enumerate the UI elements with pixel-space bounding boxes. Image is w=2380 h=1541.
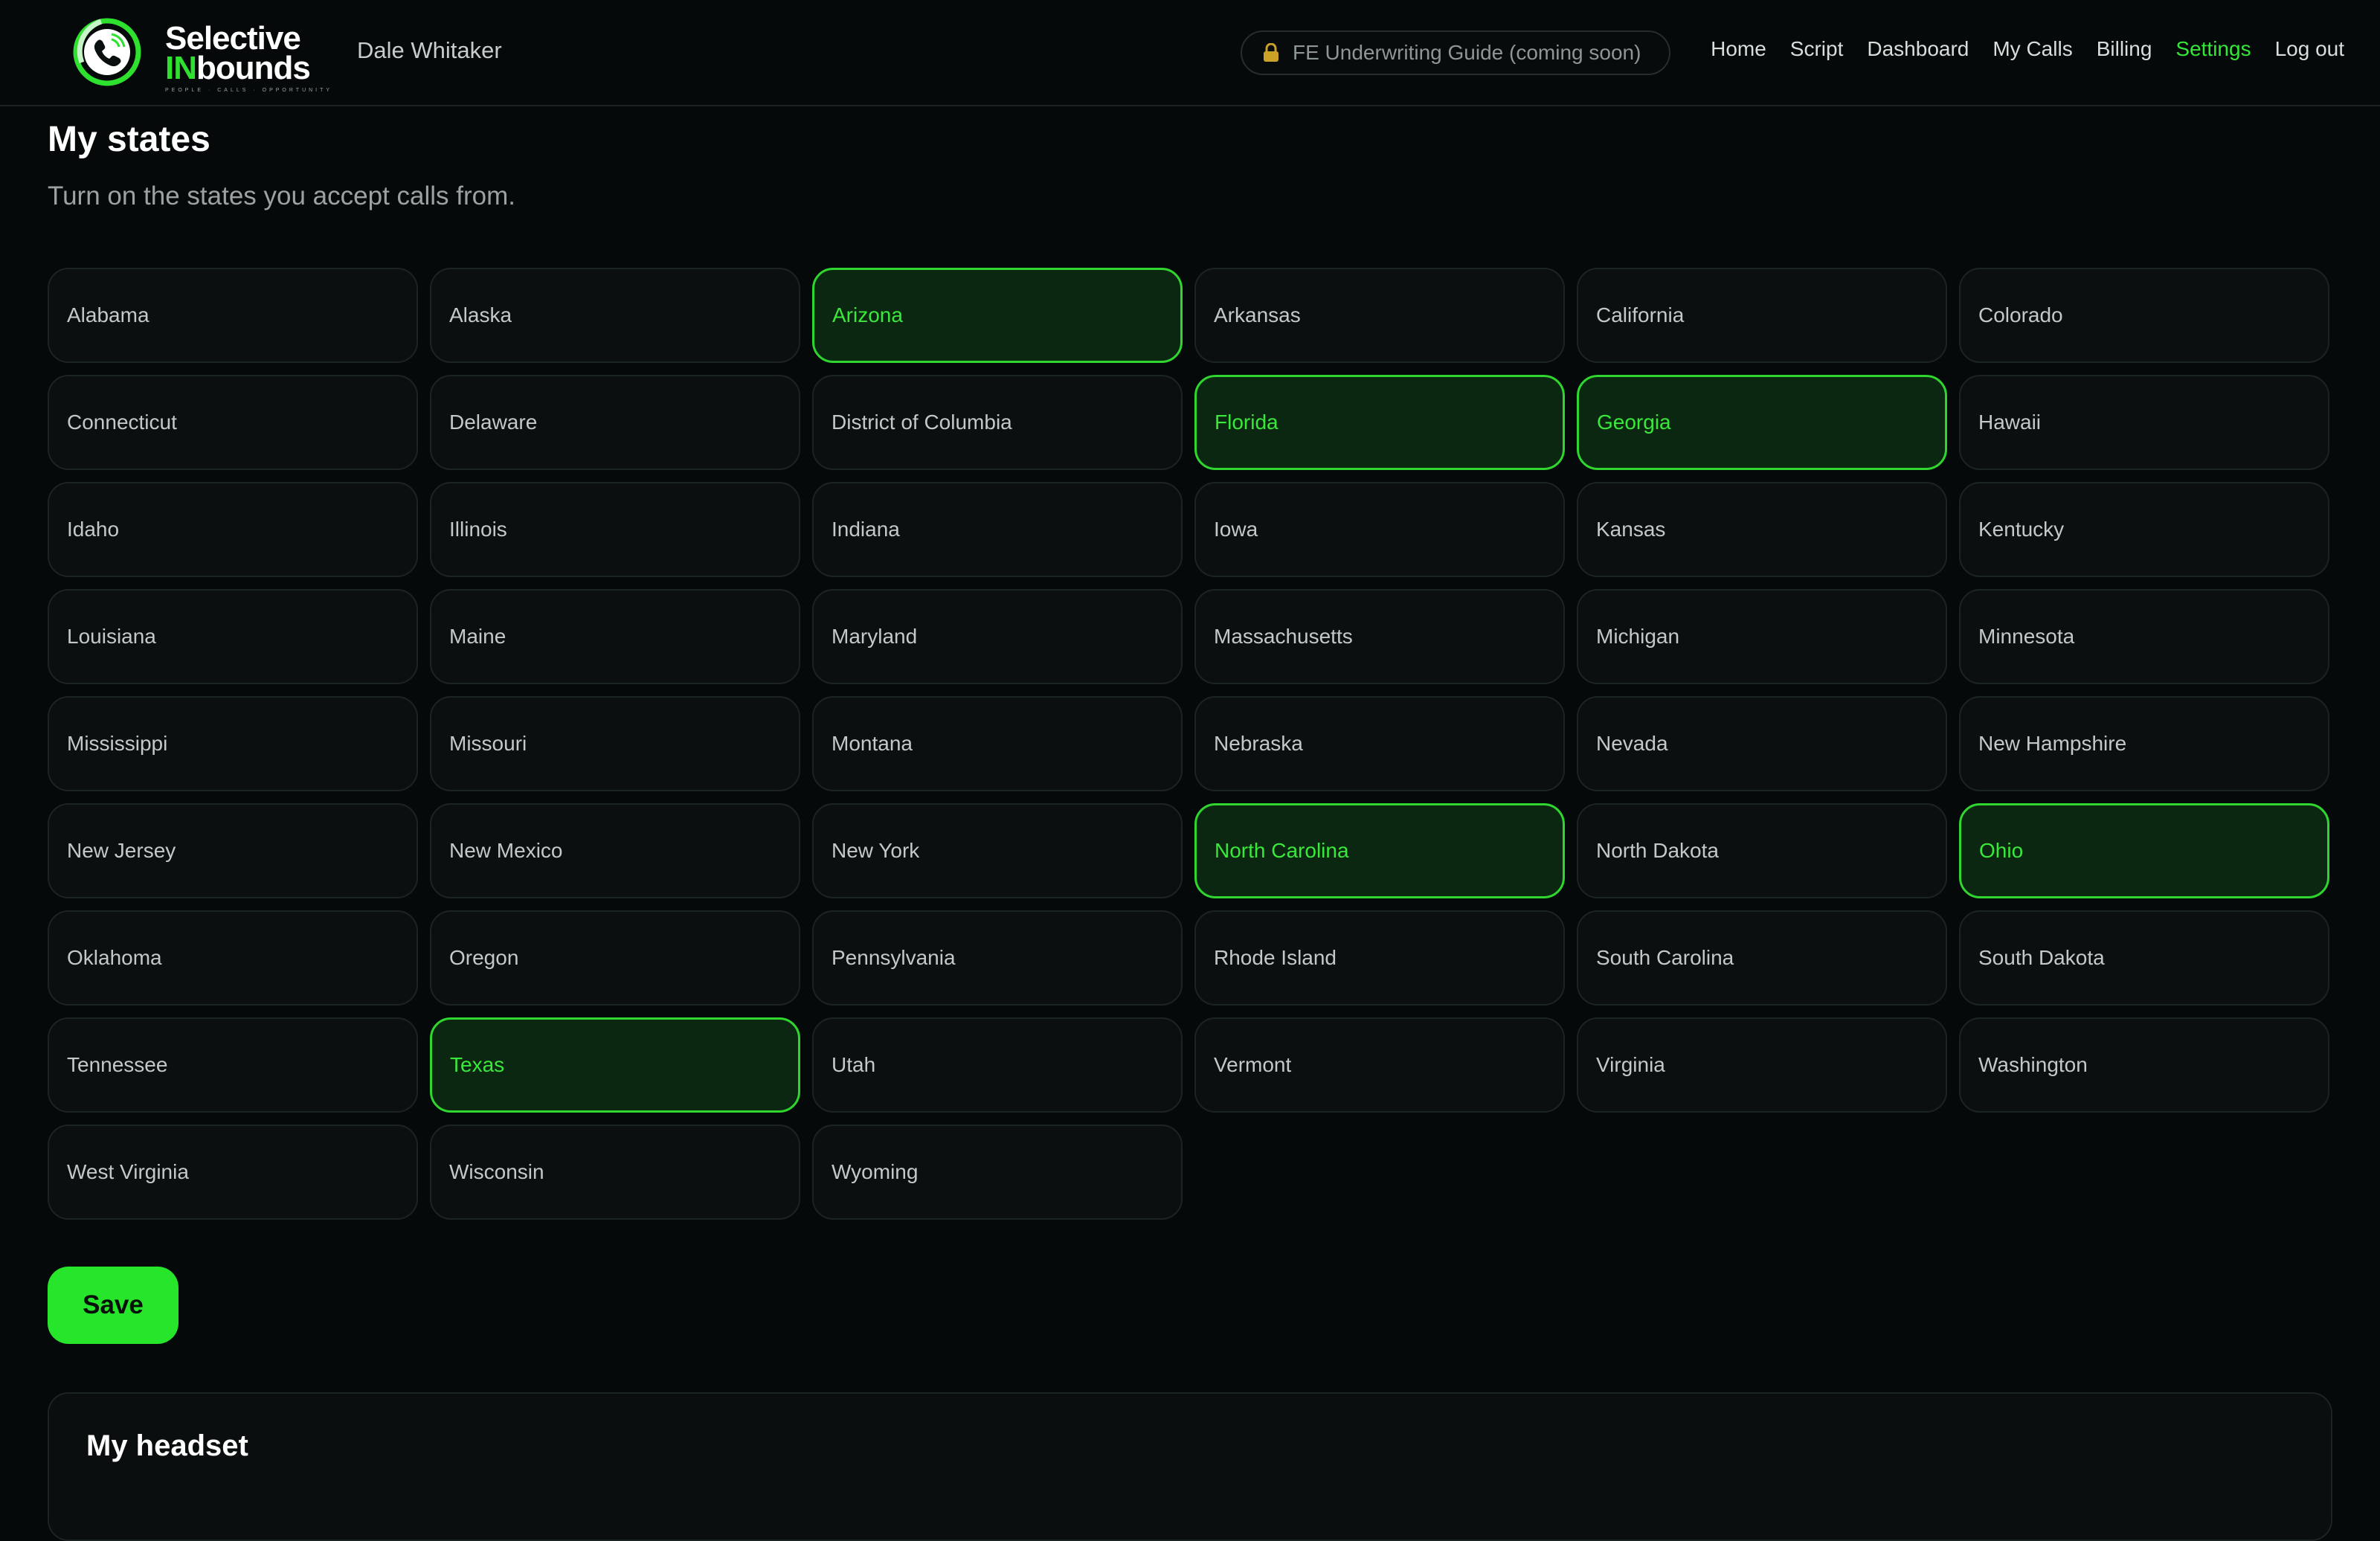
states-title: My states bbox=[48, 120, 210, 159]
state-toggle-georgia[interactable]: Georgia bbox=[1577, 375, 1947, 470]
state-toggle-delaware[interactable]: Delaware bbox=[430, 375, 800, 470]
state-toggle-south-carolina[interactable]: South Carolina bbox=[1577, 910, 1947, 1006]
brand-rest: bounds bbox=[196, 50, 311, 86]
state-toggle-wyoming[interactable]: Wyoming bbox=[812, 1125, 1183, 1220]
brand-tagline: PEOPLE · CALLS · OPPORTUNITY bbox=[165, 88, 333, 93]
phone-logo-icon[interactable] bbox=[71, 15, 143, 89]
state-toggle-new-hampshire[interactable]: New Hampshire bbox=[1959, 696, 2329, 791]
state-toggle-north-dakota[interactable]: North Dakota bbox=[1577, 803, 1947, 898]
state-toggle-connecticut[interactable]: Connecticut bbox=[48, 375, 418, 470]
state-toggle-michigan[interactable]: Michigan bbox=[1577, 589, 1947, 684]
state-toggle-illinois[interactable]: Illinois bbox=[430, 482, 800, 577]
state-toggle-oregon[interactable]: Oregon bbox=[430, 910, 800, 1006]
state-toggle-maine[interactable]: Maine bbox=[430, 589, 800, 684]
nav-script[interactable]: Script bbox=[1790, 37, 1844, 61]
state-toggle-new-jersey[interactable]: New Jersey bbox=[48, 803, 418, 898]
user-name: Dale Whitaker bbox=[357, 37, 502, 63]
state-toggle-california[interactable]: California bbox=[1577, 268, 1947, 363]
state-toggle-oklahoma[interactable]: Oklahoma bbox=[48, 910, 418, 1006]
state-toggle-south-dakota[interactable]: South Dakota bbox=[1959, 910, 2329, 1006]
underwriting-guide-label: FE Underwriting Guide (coming soon) bbox=[1293, 41, 1641, 64]
brand-highlight: IN bbox=[165, 50, 197, 86]
state-toggle-new-mexico[interactable]: New Mexico bbox=[430, 803, 800, 898]
state-toggle-utah[interactable]: Utah bbox=[812, 1017, 1183, 1113]
state-toggle-indiana[interactable]: Indiana bbox=[812, 482, 1183, 577]
nav-billing[interactable]: Billing bbox=[2097, 37, 2152, 61]
state-toggle-alaska[interactable]: Alaska bbox=[430, 268, 800, 363]
nav-settings[interactable]: Settings bbox=[2175, 37, 2251, 61]
state-toggle-ohio[interactable]: Ohio bbox=[1959, 803, 2329, 898]
brand-wordmark[interactable]: Selective INbounds PEOPLE · CALLS · OPPO… bbox=[165, 22, 333, 94]
state-toggle-texas[interactable]: Texas bbox=[430, 1017, 800, 1113]
state-toggle-vermont[interactable]: Vermont bbox=[1194, 1017, 1565, 1113]
underwriting-guide-button[interactable]: FE Underwriting Guide (coming soon) bbox=[1241, 30, 1670, 75]
states-subtitle: Turn on the states you accept calls from… bbox=[48, 181, 515, 210]
state-toggle-west-virginia[interactable]: West Virginia bbox=[48, 1125, 418, 1220]
headset-title: My headset bbox=[86, 1429, 248, 1462]
nav-dashboard[interactable]: Dashboard bbox=[1867, 37, 1969, 61]
headset-card: My headset bbox=[48, 1392, 2332, 1541]
save-button[interactable]: Save bbox=[48, 1267, 178, 1344]
state-toggle-nevada[interactable]: Nevada bbox=[1577, 696, 1947, 791]
state-toggle-new-york[interactable]: New York bbox=[812, 803, 1183, 898]
state-toggle-rhode-island[interactable]: Rhode Island bbox=[1194, 910, 1565, 1006]
state-toggle-arkansas[interactable]: Arkansas bbox=[1194, 268, 1565, 363]
top-header: Selective INbounds PEOPLE · CALLS · OPPO… bbox=[0, 0, 2380, 106]
state-toggle-alabama[interactable]: Alabama bbox=[48, 268, 418, 363]
state-toggle-florida[interactable]: Florida bbox=[1194, 375, 1565, 470]
state-toggle-mississippi[interactable]: Mississippi bbox=[48, 696, 418, 791]
state-toggle-montana[interactable]: Montana bbox=[812, 696, 1183, 791]
state-toggle-pennsylvania[interactable]: Pennsylvania bbox=[812, 910, 1183, 1006]
nav-my-calls[interactable]: My Calls bbox=[1993, 37, 2072, 61]
nav-log-out[interactable]: Log out bbox=[2275, 37, 2344, 61]
state-toggle-minnesota[interactable]: Minnesota bbox=[1959, 589, 2329, 684]
state-toggle-kentucky[interactable]: Kentucky bbox=[1959, 482, 2329, 577]
state-toggle-virginia[interactable]: Virginia bbox=[1577, 1017, 1947, 1113]
state-toggle-louisiana[interactable]: Louisiana bbox=[48, 589, 418, 684]
state-toggle-district-of-columbia[interactable]: District of Columbia bbox=[812, 375, 1183, 470]
lock-icon bbox=[1264, 43, 1279, 62]
state-toggle-washington[interactable]: Washington bbox=[1959, 1017, 2329, 1113]
state-toggle-hawaii[interactable]: Hawaii bbox=[1959, 375, 2329, 470]
state-toggle-tennessee[interactable]: Tennessee bbox=[48, 1017, 418, 1113]
main-nav: Home Script Dashboard My Calls Billing Settin… bbox=[1711, 37, 2344, 61]
state-toggle-colorado[interactable]: Colorado bbox=[1959, 268, 2329, 363]
state-toggle-nebraska[interactable]: Nebraska bbox=[1194, 696, 1565, 791]
states-grid: Alabama Alaska Arizona Arkansas California Co… bbox=[48, 268, 2332, 1220]
state-toggle-missouri[interactable]: Missouri bbox=[430, 696, 800, 791]
state-toggle-arizona[interactable]: Arizona bbox=[812, 268, 1183, 363]
state-toggle-massachusetts[interactable]: Massachusetts bbox=[1194, 589, 1565, 684]
state-toggle-maryland[interactable]: Maryland bbox=[812, 589, 1183, 684]
nav-home[interactable]: Home bbox=[1711, 37, 1766, 61]
state-toggle-north-carolina[interactable]: North Carolina bbox=[1194, 803, 1565, 898]
state-toggle-idaho[interactable]: Idaho bbox=[48, 482, 418, 577]
state-toggle-kansas[interactable]: Kansas bbox=[1577, 482, 1947, 577]
brand-line2: INbounds bbox=[165, 52, 332, 85]
state-toggle-wisconsin[interactable]: Wisconsin bbox=[430, 1125, 800, 1220]
state-toggle-iowa[interactable]: Iowa bbox=[1194, 482, 1565, 577]
